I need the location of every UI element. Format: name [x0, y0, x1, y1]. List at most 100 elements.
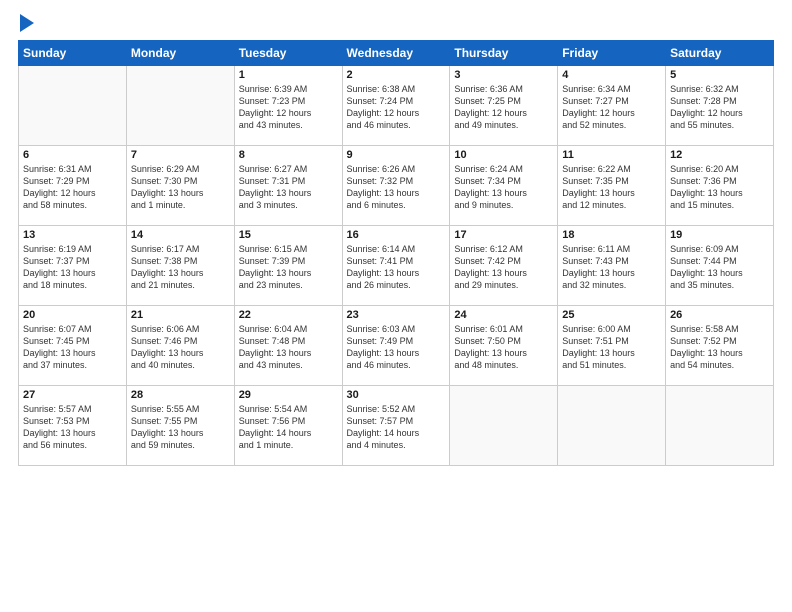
calendar-cell: 3 Sunrise: 6:36 AM Sunset: 7:25 PM Daylig… — [450, 66, 558, 146]
cell-info: Sunrise: 5:52 AM Sunset: 7:57 PM Dayligh… — [347, 403, 446, 452]
day-number: 6 — [23, 149, 122, 161]
day-number: 22 — [239, 309, 338, 321]
day-number: 24 — [454, 309, 553, 321]
cell-info: Sunrise: 6:31 AM Sunset: 7:29 PM Dayligh… — [23, 163, 122, 212]
cell-info: Sunrise: 6:22 AM Sunset: 7:35 PM Dayligh… — [562, 163, 661, 212]
calendar-header: SundayMondayTuesdayWednesdayThursdayFrid… — [19, 41, 774, 66]
day-number: 21 — [131, 309, 230, 321]
calendar-cell: 4 Sunrise: 6:34 AM Sunset: 7:27 PM Daylig… — [558, 66, 666, 146]
cell-info: Sunrise: 6:03 AM Sunset: 7:49 PM Dayligh… — [347, 323, 446, 372]
cell-info: Sunrise: 6:00 AM Sunset: 7:51 PM Dayligh… — [562, 323, 661, 372]
calendar-cell: 30 Sunrise: 5:52 AM Sunset: 7:57 PM Dayli… — [342, 386, 450, 466]
day-number: 29 — [239, 389, 338, 401]
cell-info: Sunrise: 6:36 AM Sunset: 7:25 PM Dayligh… — [454, 83, 553, 132]
day-number: 9 — [347, 149, 446, 161]
calendar-table: SundayMondayTuesdayWednesdayThursdayFrid… — [18, 40, 774, 466]
day-number: 5 — [670, 69, 769, 81]
calendar-cell: 11 Sunrise: 6:22 AM Sunset: 7:35 PM Dayli… — [558, 146, 666, 226]
calendar-cell — [126, 66, 234, 146]
day-number: 4 — [562, 69, 661, 81]
calendar-cell: 6 Sunrise: 6:31 AM Sunset: 7:29 PM Daylig… — [19, 146, 127, 226]
logo-arrow-icon — [20, 14, 34, 32]
calendar-cell: 29 Sunrise: 5:54 AM Sunset: 7:56 PM Dayli… — [234, 386, 342, 466]
calendar-cell: 17Sunrise: 6:12 AM Sunset: 7:42 PM Dayli… — [450, 226, 558, 306]
cell-info: Sunrise: 5:54 AM Sunset: 7:56 PM Dayligh… — [239, 403, 338, 452]
calendar-cell: 22 Sunrise: 6:04 AM Sunset: 7:48 PM Dayli… — [234, 306, 342, 386]
calendar-cell: 20 Sunrise: 6:07 AM Sunset: 7:45 PM Dayli… — [19, 306, 127, 386]
day-number: 19 — [670, 229, 769, 241]
day-number: 15 — [239, 229, 338, 241]
calendar-cell: 15Sunrise: 6:15 AM Sunset: 7:39 PM Dayli… — [234, 226, 342, 306]
day-header-friday: Friday — [558, 41, 666, 66]
cell-info: Sunrise: 6:24 AM Sunset: 7:34 PM Dayligh… — [454, 163, 553, 212]
day-number: 13 — [23, 229, 122, 241]
page: SundayMondayTuesdayWednesdayThursdayFrid… — [0, 0, 792, 612]
day-number: 1 — [239, 69, 338, 81]
calendar-cell — [558, 386, 666, 466]
day-number: 10 — [454, 149, 553, 161]
day-number: 14 — [131, 229, 230, 241]
day-number: 28 — [131, 389, 230, 401]
calendar-week-4: 27 Sunrise: 5:57 AM Sunset: 7:53 PM Dayli… — [19, 386, 774, 466]
cell-info: Sunrise: 6:07 AM Sunset: 7:45 PM Dayligh… — [23, 323, 122, 372]
day-number: 26 — [670, 309, 769, 321]
calendar-cell: 27 Sunrise: 5:57 AM Sunset: 7:53 PM Dayli… — [19, 386, 127, 466]
calendar-cell: 13 Sunrise: 6:19 AM Sunset: 7:37 PM Dayli… — [19, 226, 127, 306]
cell-info: Sunrise: 6:34 AM Sunset: 7:27 PM Dayligh… — [562, 83, 661, 132]
day-number: 16 — [347, 229, 446, 241]
day-number: 3 — [454, 69, 553, 81]
cell-info: Sunrise: 6:11 AM Sunset: 7:43 PM Dayligh… — [562, 243, 661, 292]
day-number: 25 — [562, 309, 661, 321]
cell-info: Sunrise: 6:09 AM Sunset: 7:44 PM Dayligh… — [670, 243, 769, 292]
day-header-tuesday: Tuesday — [234, 41, 342, 66]
cell-info: Sunrise: 6:01 AM Sunset: 7:50 PM Dayligh… — [454, 323, 553, 372]
calendar-cell: 23 Sunrise: 6:03 AM Sunset: 7:49 PM Dayli… — [342, 306, 450, 386]
day-header-saturday: Saturday — [666, 41, 774, 66]
header — [18, 16, 774, 32]
day-number: 8 — [239, 149, 338, 161]
cell-info: Sunrise: 6:04 AM Sunset: 7:48 PM Dayligh… — [239, 323, 338, 372]
calendar-cell — [666, 386, 774, 466]
calendar-cell: 1 Sunrise: 6:39 AM Sunset: 7:23 PM Daylig… — [234, 66, 342, 146]
day-number: 18 — [562, 229, 661, 241]
calendar-cell: 19 Sunrise: 6:09 AM Sunset: 7:44 PM Dayli… — [666, 226, 774, 306]
day-number: 27 — [23, 389, 122, 401]
day-number: 30 — [347, 389, 446, 401]
day-number: 23 — [347, 309, 446, 321]
cell-info: Sunrise: 6:12 AM Sunset: 7:42 PM Dayligh… — [454, 243, 553, 292]
cell-info: Sunrise: 5:57 AM Sunset: 7:53 PM Dayligh… — [23, 403, 122, 452]
calendar-cell: 12 Sunrise: 6:20 AM Sunset: 7:36 PM Dayli… — [666, 146, 774, 226]
cell-info: Sunrise: 6:19 AM Sunset: 7:37 PM Dayligh… — [23, 243, 122, 292]
day-number: 12 — [670, 149, 769, 161]
calendar-cell: 2Sunrise: 6:38 AM Sunset: 7:24 PM Daylig… — [342, 66, 450, 146]
day-header-wednesday: Wednesday — [342, 41, 450, 66]
calendar-cell: 24 Sunrise: 6:01 AM Sunset: 7:50 PM Dayli… — [450, 306, 558, 386]
calendar-cell: 10 Sunrise: 6:24 AM Sunset: 7:34 PM Dayli… — [450, 146, 558, 226]
cell-info: Sunrise: 6:27 AM Sunset: 7:31 PM Dayligh… — [239, 163, 338, 212]
calendar-week-1: 6 Sunrise: 6:31 AM Sunset: 7:29 PM Daylig… — [19, 146, 774, 226]
cell-info: Sunrise: 6:20 AM Sunset: 7:36 PM Dayligh… — [670, 163, 769, 212]
cell-info: Sunrise: 6:32 AM Sunset: 7:28 PM Dayligh… — [670, 83, 769, 132]
cell-info: Sunrise: 5:55 AM Sunset: 7:55 PM Dayligh… — [131, 403, 230, 452]
day-number: 2 — [347, 69, 446, 81]
calendar-cell: 8 Sunrise: 6:27 AM Sunset: 7:31 PM Daylig… — [234, 146, 342, 226]
calendar-cell: 28 Sunrise: 5:55 AM Sunset: 7:55 PM Dayli… — [126, 386, 234, 466]
logo — [18, 16, 34, 32]
cell-info: Sunrise: 6:39 AM Sunset: 7:23 PM Dayligh… — [239, 83, 338, 132]
cell-info: Sunrise: 6:29 AM Sunset: 7:30 PM Dayligh… — [131, 163, 230, 212]
calendar-week-0: 1 Sunrise: 6:39 AM Sunset: 7:23 PM Daylig… — [19, 66, 774, 146]
calendar-week-3: 20 Sunrise: 6:07 AM Sunset: 7:45 PM Dayli… — [19, 306, 774, 386]
calendar-cell: 18 Sunrise: 6:11 AM Sunset: 7:43 PM Dayli… — [558, 226, 666, 306]
cell-info: Sunrise: 6:26 AM Sunset: 7:32 PM Dayligh… — [347, 163, 446, 212]
cell-info: Sunrise: 6:14 AM Sunset: 7:41 PM Dayligh… — [347, 243, 446, 292]
calendar-cell: 26 Sunrise: 5:58 AM Sunset: 7:52 PM Dayli… — [666, 306, 774, 386]
day-number: 20 — [23, 309, 122, 321]
calendar-cell: 16 Sunrise: 6:14 AM Sunset: 7:41 PM Dayli… — [342, 226, 450, 306]
day-number: 7 — [131, 149, 230, 161]
day-header-sunday: Sunday — [19, 41, 127, 66]
cell-info: Sunrise: 5:58 AM Sunset: 7:52 PM Dayligh… — [670, 323, 769, 372]
calendar-cell: 14Sunrise: 6:17 AM Sunset: 7:38 PM Dayli… — [126, 226, 234, 306]
day-number: 11 — [562, 149, 661, 161]
calendar-cell — [19, 66, 127, 146]
calendar-cell: 25 Sunrise: 6:00 AM Sunset: 7:51 PM Dayli… — [558, 306, 666, 386]
